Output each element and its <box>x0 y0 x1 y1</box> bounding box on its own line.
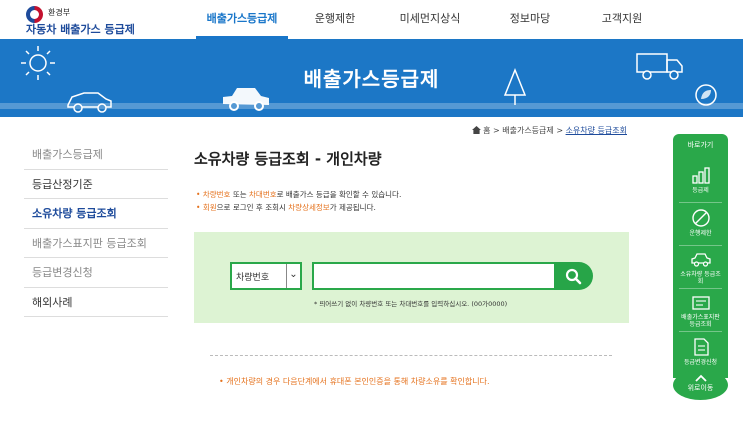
quick-item-label: 등급변경신청 <box>683 359 718 366</box>
sidebar-item-sign-grade-lookup[interactable]: 배출가스표지판 등급조회 <box>24 229 168 258</box>
quick-item-label: 소유차량 등급조회 <box>680 271 721 285</box>
nav-fine-dust-info[interactable]: 미세먼지상식 <box>394 0 466 39</box>
highlight-text: 차대번호 <box>249 190 277 199</box>
nav-driving-restriction[interactable]: 운행제한 <box>304 0 366 39</box>
site-logo[interactable]: 환경부 자동차 배출가스 등급제 <box>24 4 144 36</box>
breadcrumb-home[interactable]: 홈 <box>483 126 490 135</box>
search-input[interactable] <box>312 262 558 290</box>
road-decoration <box>0 103 743 109</box>
notice-list: • 차량번호 또는 차대번호로 배출가스 등급을 확인할 수 있습니다. • 회… <box>196 188 401 214</box>
highlight-text: 회원 <box>202 203 217 212</box>
notice-item: • 회원으로 로그인 후 조회시 차량상세정보가 제공됩니다. <box>196 201 401 214</box>
sidebar-item-emission-grade[interactable]: 배출가스등급제 <box>24 140 168 170</box>
scroll-top-label: 위로이동 <box>687 384 714 392</box>
page-title: 소유차량 등급조회 - 개인차량 <box>194 150 382 168</box>
prohibit-icon <box>691 209 710 227</box>
sidebar-item-grade-criteria[interactable]: 등급산정기준 <box>24 170 168 199</box>
chevron-down-icon: ⌄ <box>286 264 300 288</box>
quick-item-vehicle-lookup[interactable]: 소유차량 등급조회 <box>679 246 722 289</box>
quick-item-grade-change[interactable]: 등급변경신청 <box>679 332 722 375</box>
quick-item-label: 배출가스표지판 등급조회 <box>681 314 720 328</box>
sign-icon <box>691 296 710 310</box>
search-icon <box>565 268 582 285</box>
breadcrumb-separator-icon: > <box>556 126 566 135</box>
bullet-icon: • <box>196 190 201 199</box>
document-icon <box>693 338 709 356</box>
banner-title: 배출가스등급제 <box>303 67 440 91</box>
quick-item-label: 등급제 <box>692 187 709 194</box>
breadcrumb: 홈 > 배출가스등급제 > 소유차량 등급조회 <box>471 125 627 136</box>
nav-emission-grade[interactable]: 배출가스등급제 <box>196 0 288 39</box>
quick-item-sign-lookup[interactable]: 배출가스표지판 등급조회 <box>679 289 722 332</box>
bar-chart-icon <box>691 167 710 184</box>
sidebar-item-grade-change[interactable]: 등급변경신청 <box>24 258 168 288</box>
search-type-value: 차량번호 <box>236 273 270 283</box>
quick-menu: 바로가기 등급제 운행제한 소유차량 등급조회 배출가스표지판 등급조회 등급변… <box>673 134 728 410</box>
page-banner: 배출가스등급제 <box>0 39 743 117</box>
home-icon[interactable] <box>471 126 481 134</box>
highlight-text: 차량상세정보 <box>288 203 330 212</box>
search-button[interactable] <box>554 262 593 290</box>
search-help-text: * 띄어쓰기 없이 차량번호 또는 차대번호를 입력하십시오. (00가0000… <box>314 300 508 308</box>
nav-customer-support[interactable]: 고객지원 <box>594 0 650 39</box>
sidebar-item-overseas-cases[interactable]: 해외사례 <box>24 288 168 317</box>
search-panel: 차량번호 ⌄ * 띄어쓰기 없이 차량번호 또는 차대번호를 입력하십시오. (… <box>194 232 629 323</box>
nav-info-square[interactable]: 정보마당 <box>502 0 558 39</box>
breadcrumb-separator-icon: > <box>492 126 503 135</box>
breadcrumb-parent[interactable]: 배출가스등급제 <box>502 126 554 135</box>
quick-item-label: 운행제한 <box>689 230 712 237</box>
bullet-icon: • <box>196 203 201 212</box>
search-type-select[interactable]: 차량번호 ⌄ <box>230 262 302 290</box>
site-title: 자동차 배출가스 등급제 <box>26 23 135 36</box>
quick-menu-title: 바로가기 <box>673 134 728 156</box>
quick-item-driving-restriction[interactable]: 운행제한 <box>679 203 722 246</box>
quick-menu-list: 등급제 운행제한 소유차량 등급조회 배출가스표지판 등급조회 등급변경신청 <box>673 156 728 378</box>
highlight-text: 차량번호 <box>202 190 231 199</box>
notice-item: • 차량번호 또는 차대번호로 배출가스 등급을 확인할 수 있습니다. <box>196 188 401 201</box>
sidebar: 배출가스등급제 등급산정기준 소유차량 등급조회 배출가스표지판 등급조회 등급… <box>24 140 168 317</box>
notice-text: 으로 로그인 후 조회시 <box>216 203 289 212</box>
identity-verification-note: • 개인차량의 경우 다음단계에서 휴대폰 본인인증을 통해 차량소유를 확인합… <box>219 377 490 386</box>
notice-text: 가 제공됩니다. <box>329 203 376 212</box>
breadcrumb-current[interactable]: 소유차량 등급조회 <box>566 126 627 135</box>
sidebar-item-vehicle-grade-lookup[interactable]: 소유차량 등급조회 <box>24 199 168 229</box>
car-icon <box>690 253 711 267</box>
chevron-up-icon <box>694 374 707 382</box>
main-navigation: 배출가스등급제 운행제한 미세먼지상식 정보마당 고객지원 <box>192 0 652 39</box>
quick-item-grade-system[interactable]: 등급제 <box>679 160 722 203</box>
notice-text: 로 배출가스 등급을 확인할 수 있습니다. <box>276 190 402 199</box>
notice-text: 또는 <box>230 190 250 199</box>
divider <box>210 355 612 356</box>
scroll-top-button[interactable]: 위로이동 <box>673 370 728 400</box>
header: 환경부 자동차 배출가스 등급제 배출가스등급제 운행제한 미세먼지상식 정보마… <box>0 0 743 39</box>
ministry-name: 환경부 <box>48 8 71 17</box>
